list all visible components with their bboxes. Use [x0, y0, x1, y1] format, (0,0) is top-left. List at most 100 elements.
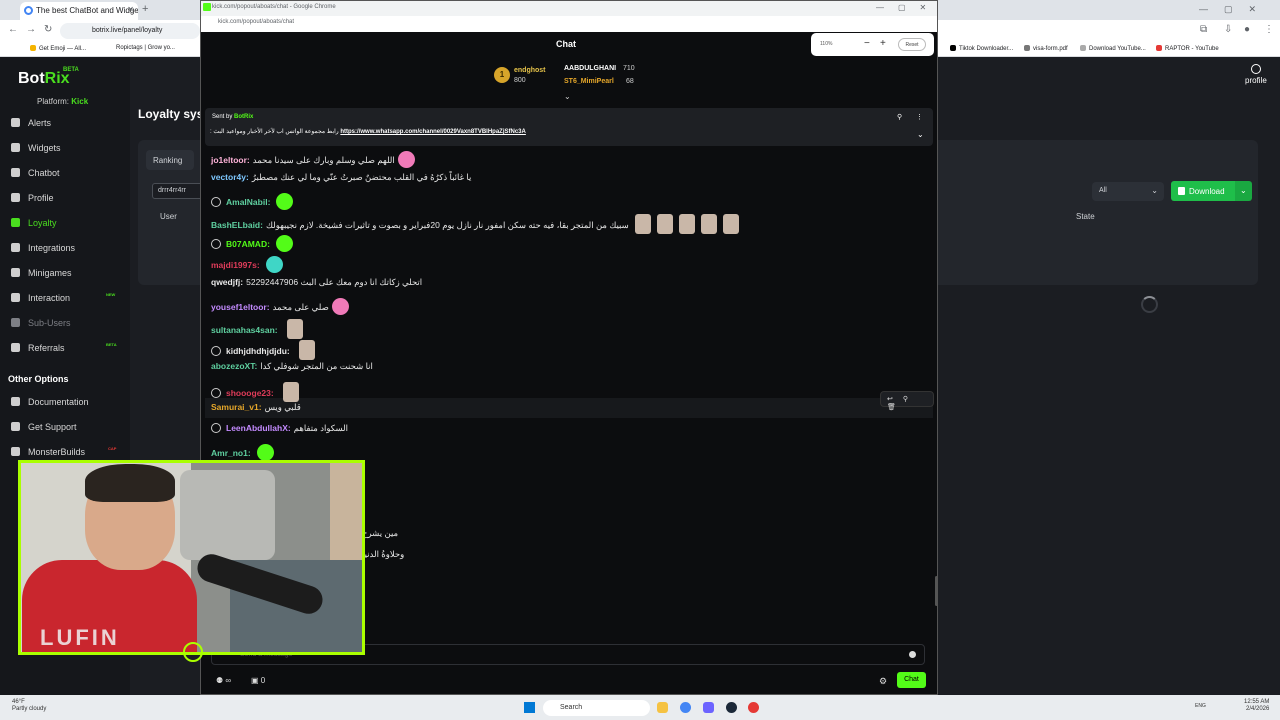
- new-tab-icon[interactable]: +: [142, 3, 148, 15]
- pin-actions[interactable]: ⚲⋮: [897, 113, 937, 121]
- message-actions[interactable]: ↩⚲🗑: [880, 391, 934, 411]
- emoji-icon[interactable]: [909, 651, 916, 658]
- tab-botrix[interactable]: The best ChatBot and Widgets ✕: [20, 2, 138, 20]
- bookmark-item[interactable]: Ropictags | Grow yo...: [116, 45, 175, 51]
- profile-avatar-icon[interactable]: ●: [1244, 24, 1250, 35]
- sidebar-item-widgets[interactable]: Widgets: [11, 143, 61, 153]
- chat-message[interactable]: BashELbaid: سبيك من المتجر بقا، فيه حته س…: [211, 214, 739, 234]
- sidebar-item-monsterbuilds[interactable]: MonsterBuilds: [11, 447, 85, 457]
- chat-message[interactable]: Amr_no1:: [211, 444, 274, 461]
- popup-url[interactable]: kick.com/popout/aboats/chat: [218, 19, 294, 25]
- weather-widget[interactable]: 46°F Partly cloudy: [12, 699, 46, 713]
- chat-message[interactable]: AmalNabil:: [211, 193, 294, 210]
- sidebar-item-chatbot[interactable]: Chatbot: [11, 168, 60, 178]
- chat-username[interactable]: majdi1997s:: [211, 260, 260, 270]
- sidebar-item-documentation[interactable]: Documentation: [11, 397, 89, 407]
- chat-message[interactable]: majdi1997s:: [211, 256, 283, 273]
- chat-username[interactable]: LeenAbdullahX:: [226, 423, 291, 433]
- download-button[interactable]: Download: [1171, 181, 1239, 201]
- chat-message[interactable]: kidhjdhdhjdjdu:: [211, 340, 315, 360]
- downloads-icon[interactable]: ⇩: [1224, 24, 1232, 35]
- filter-select[interactable]: All ⌄: [1092, 182, 1164, 201]
- file-explorer-icon[interactable]: [657, 702, 668, 713]
- chat-username[interactable]: shoooge23:: [226, 388, 274, 398]
- zoom-in-button[interactable]: +: [880, 38, 886, 49]
- discord-icon[interactable]: [703, 702, 714, 713]
- profile-menu[interactable]: profile: [1245, 64, 1267, 85]
- chat-username[interactable]: AmalNabil:: [226, 197, 270, 207]
- botrix-logo[interactable]: BotRix: [18, 70, 70, 88]
- chat-username[interactable]: jo1eltoor:: [211, 155, 250, 165]
- popup-window-controls[interactable]: —▢✕: [876, 3, 940, 12]
- gift-counter[interactable]: ▣ 0: [251, 676, 265, 685]
- tray-language[interactable]: ENG: [1195, 703, 1206, 709]
- windows-start-icon[interactable]: [524, 702, 535, 713]
- chat-message[interactable]: abozezoXT: انا شحنت من المتجر شوفلي كدا: [211, 361, 373, 372]
- chat-username[interactable]: Amr_no1:: [211, 448, 251, 458]
- sidebar-item-loyalty[interactable]: Loyalty: [11, 218, 57, 228]
- tab-ranking[interactable]: Ranking: [146, 150, 194, 170]
- chat-scrollbar[interactable]: [935, 576, 938, 606]
- system-clock[interactable]: 12:55 AM 2/4/2026: [1244, 699, 1269, 713]
- chat-message[interactable]: LeenAbdullahX: السكواد متفاهم: [211, 423, 348, 434]
- points-counter[interactable]: ⚉ ∞: [216, 676, 231, 685]
- chat-username[interactable]: vector4y:: [211, 172, 249, 182]
- sidebar-item-interaction[interactable]: Interaction: [11, 293, 70, 303]
- chat-message[interactable]: B07AMAD:: [211, 235, 293, 252]
- collapse-icon[interactable]: ⌄: [564, 92, 571, 101]
- steam-icon[interactable]: [726, 702, 737, 713]
- gear-icon[interactable]: ⚙: [879, 676, 887, 687]
- chat-message[interactable]: vector4y: يا غائباً ذكرُهُ في القلب محتضن…: [211, 172, 471, 183]
- zoom-out-button[interactable]: −: [864, 38, 870, 49]
- bookmark-item[interactable]: RAPTOR - YouTube: [1156, 45, 1219, 52]
- bookmark-item[interactable]: visa-form.pdf: [1024, 45, 1068, 52]
- window-controls[interactable]: —▢✕: [1199, 4, 1272, 15]
- leader-second-name[interactable]: AABDULGHANI: [564, 65, 616, 72]
- chat-message[interactable]: shoooge23:: [211, 382, 299, 402]
- chevron-down-icon[interactable]: ⌄: [917, 130, 924, 139]
- send-chat-button[interactable]: Chat: [897, 672, 926, 688]
- chat-username[interactable]: yousef1eltoor:: [211, 302, 270, 312]
- chrome-menu-icon[interactable]: ⋮: [1264, 24, 1274, 35]
- monitor-icon: [11, 447, 20, 456]
- obs-icon[interactable]: [748, 702, 759, 713]
- chat-username[interactable]: kidhjdhdhjdjdu:: [226, 346, 290, 356]
- taskbar-search[interactable]: Search: [543, 700, 650, 716]
- chrome-icon[interactable]: [680, 702, 691, 713]
- chat-message[interactable]: yousef1eltoor: صلي على محمد: [211, 298, 349, 315]
- chat-message[interactable]: sultanahas4san:: [211, 319, 303, 339]
- chat-username[interactable]: Samurai_v1:: [211, 402, 262, 412]
- sidebar-item-profile[interactable]: Profile: [11, 193, 54, 203]
- chat-username[interactable]: qwedjfj:: [211, 277, 243, 287]
- reload-icon[interactable]: ↻: [44, 24, 52, 35]
- leader-first-name[interactable]: endghost: [514, 67, 546, 74]
- chat-username[interactable]: abozezoXT:: [211, 361, 257, 371]
- bookmark-item[interactable]: Tiktok Downloader...: [950, 45, 1013, 52]
- face-emote-icon: [722, 214, 739, 234]
- chat-message[interactable]: jo1eltoor: اللهم صلي وسلم وبارك على سيدنا…: [211, 151, 415, 168]
- pinned-link[interactable]: https://www.whatsapp.com/channel/0029Vax…: [340, 129, 526, 135]
- extensions-icon[interactable]: ⧉: [1200, 24, 1207, 35]
- zoom-reset-button[interactable]: Reset: [898, 38, 926, 51]
- close-tab-icon[interactable]: ✕: [127, 5, 134, 14]
- forward-icon[interactable]: →: [26, 24, 36, 35]
- download-dropdown-button[interactable]: ⌄: [1235, 181, 1252, 201]
- back-icon[interactable]: ←: [8, 24, 18, 35]
- bookmark-item[interactable]: Get Emoji — All...: [30, 45, 86, 52]
- kick-logo-icon: [203, 3, 211, 11]
- bookmark-item[interactable]: Download YouTube...: [1080, 45, 1146, 52]
- chat-message[interactable]: qwedjfj: اتحلي زكاتك انا دوم معك على البث…: [211, 277, 422, 288]
- sidebar-item-get-support[interactable]: Get Support: [11, 422, 77, 432]
- chat-username[interactable]: sultanahas4san:: [211, 325, 278, 335]
- sidebar-item-integrations[interactable]: Integrations: [11, 243, 75, 253]
- leader-third-name[interactable]: ST6_MimiPearl: [564, 78, 614, 85]
- sidebar-item-sub-users[interactable]: Sub-Users: [11, 318, 71, 328]
- main-url-field[interactable]: botrix.live/panel/loyalty: [60, 23, 200, 39]
- chat-message[interactable]: Samurai_v1: قلبي ويس: [211, 402, 301, 413]
- search-input[interactable]: drrr4rr4rr: [152, 183, 207, 199]
- sidebar-item-referrals[interactable]: Referrals: [11, 343, 65, 353]
- chat-username[interactable]: B07AMAD:: [226, 239, 270, 249]
- chat-username[interactable]: BashELbaid:: [211, 220, 263, 230]
- sidebar-item-alerts[interactable]: Alerts: [11, 118, 51, 128]
- sidebar-item-minigames[interactable]: Minigames: [11, 268, 72, 278]
